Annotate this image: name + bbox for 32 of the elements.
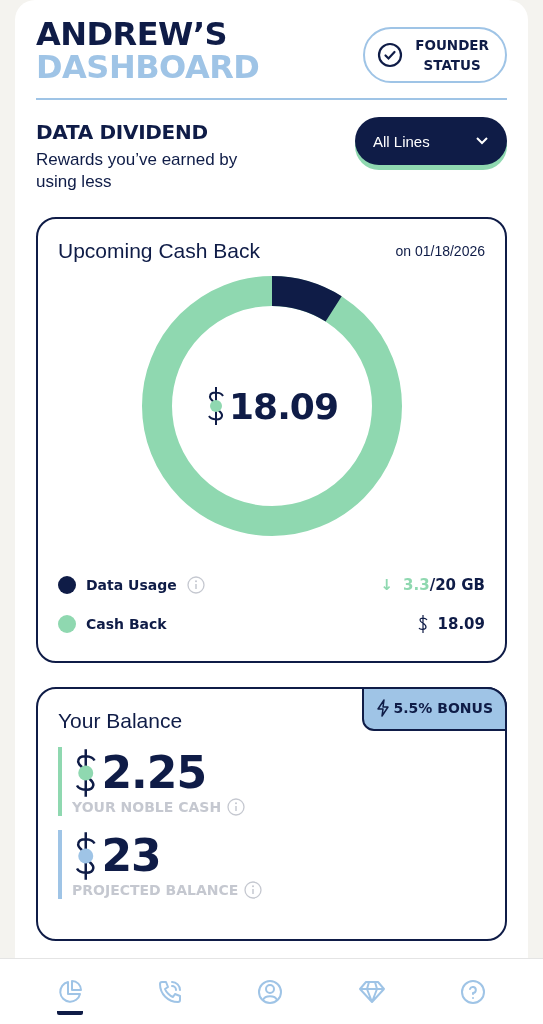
balance-label: YOUR NOBLE CASH <box>72 799 222 815</box>
profile-icon <box>257 979 284 1005</box>
card-title: Upcoming Cash Back <box>58 239 260 263</box>
pie-chart-icon <box>57 979 84 1005</box>
info-icon[interactable] <box>227 798 246 816</box>
cash-back-value: 18.09 <box>437 614 485 633</box>
diamond-icon <box>357 979 386 1005</box>
founder-status-badge: FOUNDER STATUS <box>363 27 507 83</box>
dashboard-title: DASHBOARD <box>36 51 260 84</box>
lightning-icon <box>375 699 390 717</box>
section-title: DATA DIVIDEND <box>36 120 209 144</box>
card-title: Your Balance <box>58 709 183 732</box>
legend-label: Data Usage <box>86 576 177 593</box>
payout-date: on 01/18/2026 <box>395 243 485 259</box>
section-subtitle: Rewards you’ve earned by using less <box>36 149 239 193</box>
legend-label: Cash Back <box>86 615 167 632</box>
phone-icon <box>157 979 184 1005</box>
data-usage-value: 3.3/20 GB <box>403 575 485 594</box>
bonus-tag: 5.5% BONUS <box>361 687 507 731</box>
balance-amount: 23 <box>101 830 161 881</box>
info-icon[interactable] <box>244 881 263 899</box>
balance-amount: 2.25 <box>101 747 207 798</box>
balance-label: PROJECTED BALANCE <box>72 882 239 898</box>
dollar-icon <box>417 614 428 633</box>
trend-arrow: ↓ <box>380 575 394 594</box>
chevron-down-icon <box>475 136 489 146</box>
cash-back-amount: 18.09 <box>229 385 338 427</box>
tab-bar-item[interactable] <box>57 979 84 1015</box>
check-circle-icon <box>377 42 404 68</box>
dashboard-title: ANDREW’S <box>36 18 229 51</box>
help-icon <box>459 979 486 1005</box>
info-icon[interactable] <box>186 575 205 594</box>
